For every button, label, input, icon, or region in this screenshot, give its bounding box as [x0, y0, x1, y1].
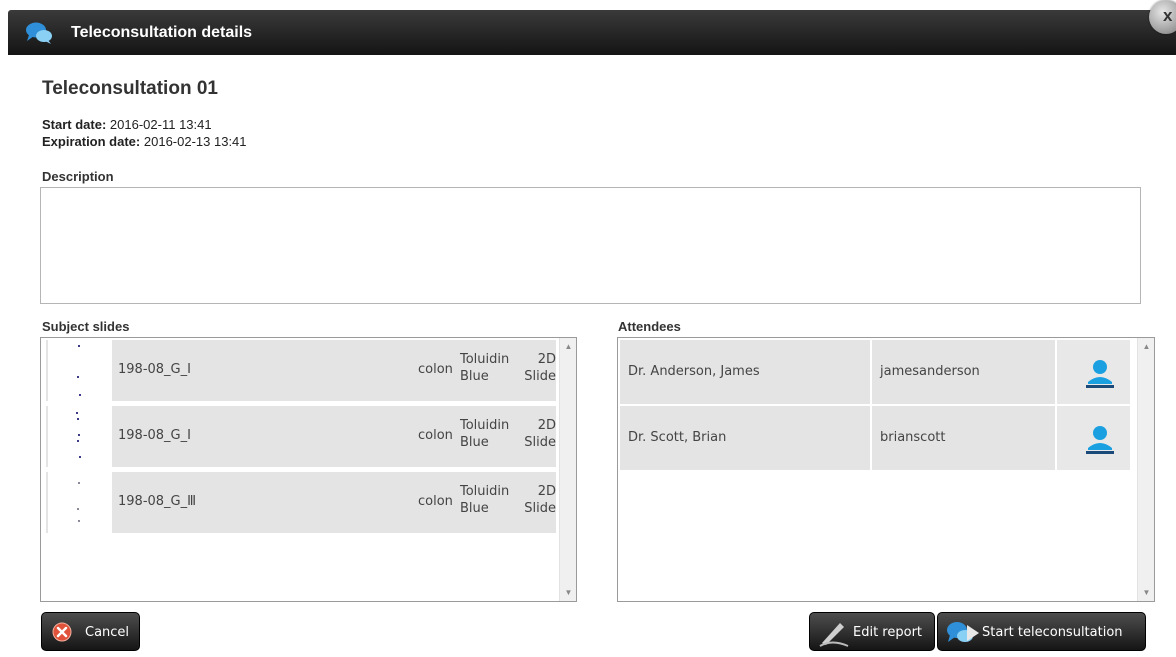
slide-row[interactable]: 198-08_G_I colon Toluidin Blue 2D Slide: [46, 340, 556, 403]
dialog-titlebar: Teleconsultation details: [8, 10, 1176, 55]
attendee-icon-cell: [1057, 340, 1130, 404]
attendee-icon-cell: [1057, 406, 1130, 470]
teleconsultation-logo-icon: [26, 22, 52, 44]
slide-type-line2: Slide: [524, 501, 556, 516]
cancel-icon: [52, 622, 72, 642]
start-date-label: Start date:: [42, 117, 107, 132]
expiration-date: Expiration date: 2016-02-13 13:41: [42, 134, 247, 149]
teleconsultation-start-icon: [947, 622, 979, 642]
close-button[interactable]: x: [1149, 0, 1176, 34]
slide-type: 2D Slide: [512, 417, 556, 451]
slide-stain: Toluidin Blue: [460, 351, 509, 385]
slide-stain-line2: Blue: [460, 435, 489, 450]
slide-name: 198-08_G_I: [118, 428, 191, 443]
attendee-name: Dr. Scott, Brian: [620, 406, 870, 470]
slide-stain-line1: Toluidin: [460, 418, 510, 433]
user-icon: [1086, 360, 1114, 388]
expiration-date-label: Expiration date:: [42, 134, 141, 149]
attendees-label: Attendees: [618, 319, 681, 334]
slide-stain-line2: Blue: [460, 501, 489, 516]
slide-stain-line1: Toluidin: [460, 484, 510, 499]
close-icon: x: [1163, 6, 1173, 25]
slide-type: 2D Slide: [512, 351, 556, 385]
start-date: Start date: 2016-02-11 13:41: [42, 117, 212, 132]
attendees-list[interactable]: Dr. Anderson, James jamesanderson Dr. Sc…: [617, 337, 1155, 602]
slide-organ: colon: [418, 428, 453, 443]
attendee-name: Dr. Anderson, James: [620, 340, 870, 404]
start-teleconsultation-button[interactable]: Start teleconsultation: [937, 612, 1146, 651]
cancel-label: Cancel: [85, 625, 130, 640]
start-teleconsultation-label: Start teleconsultation: [982, 625, 1123, 640]
slide-type: 2D Slide: [512, 483, 556, 517]
start-date-value: 2016-02-11 13:41: [109, 117, 212, 132]
slide-stain: Toluidin Blue: [460, 483, 509, 517]
slide-type-line2: Slide: [524, 369, 556, 384]
attendee-row[interactable]: Dr. Anderson, James jamesanderson: [620, 340, 1130, 404]
scroll-up-icon[interactable]: ▲: [1138, 338, 1154, 355]
slide-name: 198-08_G_Ⅲ: [118, 494, 197, 509]
slide-thumbnail: [48, 472, 112, 535]
scroll-up-icon[interactable]: ▲: [560, 338, 576, 355]
attendee-username: brianscott: [872, 406, 1055, 470]
description-textarea[interactable]: [40, 187, 1141, 304]
slide-type-line1: 2D: [537, 484, 556, 499]
edit-report-label: Edit report: [853, 625, 923, 640]
subject-slides-list[interactable]: 198-08_G_I colon Toluidin Blue 2D Slide …: [40, 337, 577, 602]
pen-icon: [819, 623, 849, 647]
slide-stain-line1: Toluidin: [460, 352, 510, 367]
slide-thumbnail: [48, 340, 112, 403]
slide-name: 198-08_G_I: [118, 362, 191, 377]
scroll-down-icon[interactable]: ▼: [560, 584, 576, 601]
slide-organ: colon: [418, 362, 453, 377]
user-icon: [1086, 426, 1114, 454]
slide-type-line2: Slide: [524, 435, 556, 450]
slide-stain-line2: Blue: [460, 369, 489, 384]
dialog-title: Teleconsultation details: [71, 24, 253, 41]
edit-report-button[interactable]: Edit report: [809, 612, 935, 651]
expiration-date-value: 2016-02-13 13:41: [143, 134, 247, 149]
consultation-title: Teleconsultation 01: [42, 78, 218, 99]
slide-row[interactable]: 198-08_G_I colon Toluidin Blue 2D Slide: [46, 406, 556, 469]
scroll-down-icon[interactable]: ▼: [1138, 584, 1154, 601]
slide-thumbnail: [48, 406, 112, 469]
attendee-row[interactable]: Dr. Scott, Brian brianscott: [620, 406, 1130, 470]
slide-type-line1: 2D: [537, 352, 556, 367]
slides-scrollbar[interactable]: ▲ ▼: [559, 338, 576, 601]
attendee-username: jamesanderson: [872, 340, 1055, 404]
subject-slides-label: Subject slides: [42, 319, 130, 334]
slide-type-line1: 2D: [537, 418, 556, 433]
cancel-button[interactable]: Cancel: [41, 612, 140, 651]
attendees-scrollbar[interactable]: ▲ ▼: [1137, 338, 1154, 601]
description-label: Description: [42, 169, 114, 184]
slide-stain: Toluidin Blue: [460, 417, 509, 451]
slide-row[interactable]: 198-08_G_Ⅲ colon Toluidin Blue 2D Slide: [46, 472, 556, 535]
slide-organ: colon: [418, 494, 453, 509]
